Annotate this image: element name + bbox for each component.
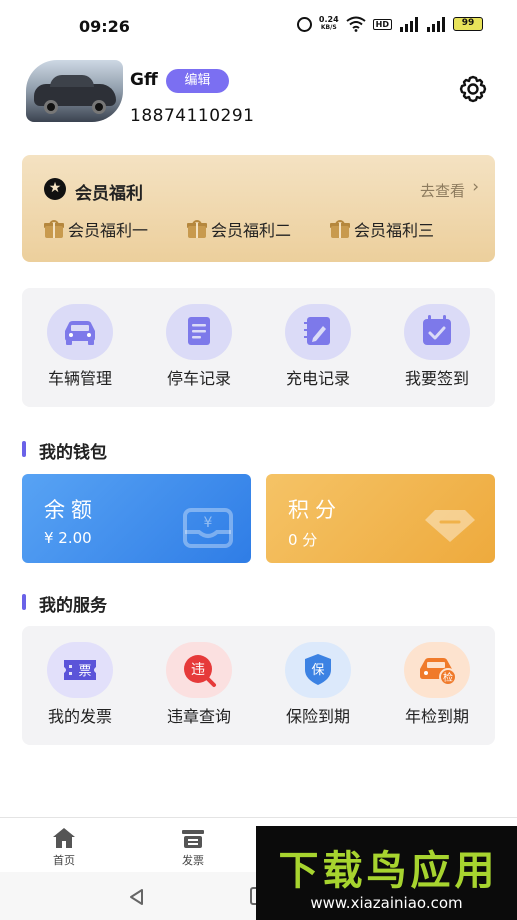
- printer-icon: [182, 830, 204, 848]
- service-label: 年检到期: [404, 707, 469, 726]
- avatar-wheel: [92, 100, 106, 114]
- network-speed-unit: KB/S: [320, 24, 337, 31]
- vip-benefit-item[interactable]: 会员福利一: [44, 217, 148, 241]
- wifi-icon: [346, 16, 366, 32]
- svg-text:¥: ¥: [204, 515, 213, 531]
- inspection-glyph: 检: [443, 671, 453, 684]
- balance-card[interactable]: 余额 ¥ 2.00 ¥: [22, 474, 251, 563]
- star-icon: ★: [44, 178, 66, 200]
- wallet-section-title: 我的钱包: [22, 438, 107, 463]
- balance-value: ¥ 2.00: [44, 529, 92, 547]
- service-annual-inspection[interactable]: 检 年检到期: [382, 642, 492, 734]
- tab-invoice-label: 发票: [182, 854, 204, 867]
- username: Gff: [130, 70, 158, 90]
- quick-action-label: 停车记录: [166, 369, 231, 388]
- service-my-invoices[interactable]: 票 我的发票: [25, 642, 135, 734]
- quick-action-parking-records[interactable]: 停车记录: [144, 304, 254, 396]
- status-bar: 09:26 0.24 KB/S HD 99: [0, 0, 517, 52]
- diamond-icon: [425, 510, 475, 542]
- watermark-title: 下载鸟应用: [278, 848, 499, 894]
- chevron-right-icon[interactable]: ›: [472, 177, 479, 197]
- calendar-check-icon: [423, 315, 451, 345]
- vip-benefit-label: 会员福利一: [68, 221, 149, 240]
- notebook-pen-icon: [304, 317, 330, 345]
- invoice-glyph: 票: [78, 664, 91, 679]
- points-card[interactable]: 积分 0 分: [266, 474, 495, 563]
- quick-action-charging-records[interactable]: 充电记录: [263, 304, 373, 396]
- gift-icon: [330, 220, 350, 238]
- quick-action-label: 我要签到: [404, 369, 469, 388]
- hd-icon: HD: [372, 18, 392, 30]
- network-speed-value: 0.24: [318, 15, 339, 24]
- profile-header: Gff 编辑 18874110291: [0, 52, 517, 142]
- tab-invoice[interactable]: 发票: [163, 824, 223, 870]
- phone-number: 18874110291: [130, 106, 255, 126]
- services-section-title: 我的服务: [22, 591, 107, 616]
- service-label: 我的发票: [47, 707, 112, 726]
- service-violation-query[interactable]: 违 违章查询: [144, 642, 254, 734]
- avatar[interactable]: [26, 60, 123, 122]
- wallet-yen-icon: ¥: [183, 508, 233, 548]
- quick-actions-card: 车辆管理 停车记录 充电记录 我要签到: [22, 288, 495, 407]
- vip-title: 会员福利: [75, 184, 143, 204]
- edit-profile-button[interactable]: 编辑: [166, 69, 229, 93]
- gift-icon: [44, 220, 64, 238]
- vip-benefits-card[interactable]: ★ 会员福利 去查看 › 会员福利一 会员福利二 会员福利三: [22, 155, 495, 262]
- invoice-icon: 票: [64, 660, 96, 680]
- insurance-glyph: 保: [311, 663, 324, 678]
- services-card: 票 我的发票 违 违章查询 保 保险到期 检 年检到期: [22, 626, 495, 745]
- document-icon: [188, 317, 210, 345]
- quick-action-vehicle-management[interactable]: 车辆管理: [25, 304, 135, 396]
- violation-glyph: 违: [191, 662, 205, 678]
- points-label: 积分: [288, 498, 342, 522]
- tab-home-label: 首页: [53, 854, 75, 867]
- vip-view-more-link[interactable]: 去查看: [420, 180, 465, 201]
- battery-icon: 99: [453, 17, 483, 31]
- avatar-wheel: [44, 100, 58, 114]
- back-triangle-icon[interactable]: [128, 888, 146, 906]
- quick-action-label: 车辆管理: [47, 369, 112, 388]
- service-insurance-expiry[interactable]: 保 保险到期: [263, 642, 373, 734]
- quick-action-sign-in[interactable]: 我要签到: [382, 304, 492, 396]
- watermark-overlay: 下载鸟应用 www.xiazainiao.com: [256, 826, 517, 920]
- service-label: 违章查询: [166, 707, 231, 726]
- car-icon: [65, 321, 95, 345]
- alarm-icon: [296, 16, 312, 32]
- balance-label: 余额: [44, 498, 98, 522]
- vip-benefit-item[interactable]: 会员福利二: [187, 217, 291, 241]
- vip-benefit-label: 会员福利三: [354, 221, 435, 240]
- gear-icon[interactable]: [458, 74, 488, 104]
- points-value: 0 分: [288, 531, 318, 549]
- violation-icon: 违: [184, 655, 216, 687]
- signal-2-icon: [427, 17, 445, 32]
- service-label: 保险到期: [285, 707, 350, 726]
- tab-home[interactable]: 首页: [34, 824, 94, 870]
- gift-icon: [187, 220, 207, 238]
- quick-action-label: 充电记录: [285, 369, 350, 388]
- status-icons: 0.24 KB/S HD 99: [296, 16, 483, 32]
- network-speed: 0.24 KB/S: [319, 16, 339, 32]
- home-icon: [53, 828, 75, 848]
- signal-icon: [400, 17, 418, 32]
- vip-benefit-label: 会员福利二: [211, 221, 292, 240]
- watermark-url: www.xiazainiao.com: [310, 894, 463, 912]
- annual-inspection-icon: 检: [420, 658, 457, 686]
- insurance-shield-icon: 保: [305, 654, 331, 685]
- vip-benefit-item[interactable]: 会员福利三: [330, 217, 434, 241]
- status-time: 09:26: [79, 17, 130, 36]
